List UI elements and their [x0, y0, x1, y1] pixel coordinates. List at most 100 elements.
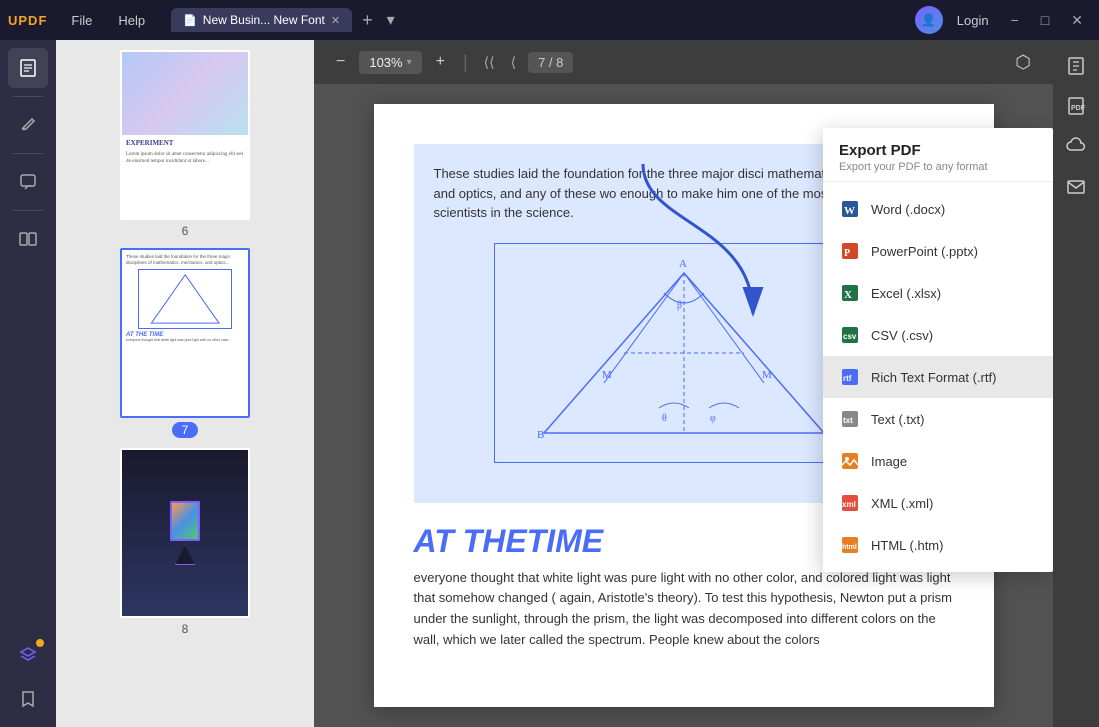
- rtf-icon: rtf: [839, 366, 861, 388]
- menu-file[interactable]: File: [61, 9, 102, 32]
- page-indicator: 7 / 8: [528, 52, 573, 73]
- left-sidebar: [0, 40, 56, 727]
- thumbnail-image-7[interactable]: These studies laid the foundation for th…: [120, 248, 250, 418]
- sidebar-badge: [36, 639, 44, 647]
- main-area: − 103% ▾ + | ⟨⟨ ⟨ 7 / 8 ⬡ These stu: [314, 40, 1053, 727]
- avatar[interactable]: 👤: [915, 6, 943, 34]
- pptx-icon: P: [839, 240, 861, 262]
- thumbnail-label-6: 6: [182, 224, 189, 238]
- export-label-csv: CSV (.csv): [871, 328, 933, 343]
- thumbnail-label-7: 7: [172, 422, 199, 438]
- export-item-excel[interactable]: X Excel (.xlsx): [823, 272, 1053, 314]
- thumbnail-item-7[interactable]: These studies laid the foundation for th…: [66, 248, 304, 438]
- sidebar-divider-3: [13, 210, 43, 211]
- zoom-in-btn[interactable]: +: [430, 49, 451, 75]
- right-icon-mail[interactable]: [1058, 168, 1094, 204]
- export-item-xml[interactable]: xml XML (.xml): [823, 482, 1053, 524]
- export-item-image[interactable]: Image: [823, 440, 1053, 482]
- svg-text:β: β: [677, 300, 682, 311]
- tabs-area: 📄 New Busin... New Font ✕ + ▾: [171, 8, 909, 32]
- export-item-txt[interactable]: txt Text (.txt): [823, 398, 1053, 440]
- app-body: EXPERIMENT Lorem ipsum dolor sit amet co…: [0, 40, 1099, 727]
- export-label-pptx: PowerPoint (.pptx): [871, 244, 978, 259]
- svg-text:X: X: [844, 289, 852, 301]
- tab-label: New Busin... New Font: [203, 13, 325, 27]
- sidebar-icon-layers[interactable]: [8, 635, 48, 675]
- page-up-btn[interactable]: ⟨: [507, 52, 520, 73]
- thumbnail-image-6[interactable]: EXPERIMENT Lorem ipsum dolor sit amet co…: [120, 50, 250, 220]
- svg-text:W: W: [844, 205, 855, 217]
- updf-logo[interactable]: UPDF: [8, 13, 47, 28]
- export-label-excel: Excel (.xlsx): [871, 286, 941, 301]
- close-btn[interactable]: ✕: [1063, 8, 1091, 33]
- section-body: everyone thought that white light was pu…: [414, 568, 954, 651]
- sidebar-divider-2: [13, 153, 43, 154]
- thumbnail-label-8: 8: [182, 622, 189, 636]
- title-bar: UPDF File Help 📄 New Busin... New Font ✕…: [0, 0, 1099, 40]
- tab-active[interactable]: 📄 New Busin... New Font ✕: [171, 8, 352, 32]
- minimize-btn[interactable]: −: [1003, 8, 1027, 32]
- zoom-level: 103%: [369, 55, 402, 70]
- export-panel: Export PDF Export your PDF to any format…: [823, 128, 1053, 572]
- pdf-diagram: A B C M M β θ φ: [494, 243, 874, 463]
- export-btn[interactable]: ⬡: [1009, 48, 1037, 77]
- sidebar-divider-1: [13, 96, 43, 97]
- tab-close-btn[interactable]: ✕: [331, 14, 340, 27]
- export-label-rtf: Rich Text Format (.rtf): [871, 370, 996, 385]
- sidebar-icon-comment[interactable]: [8, 162, 48, 202]
- toolbar: − 103% ▾ + | ⟨⟨ ⟨ 7 / 8 ⬡: [314, 40, 1053, 84]
- export-label-txt: Text (.txt): [871, 412, 924, 427]
- export-item-csv[interactable]: csv CSV (.csv): [823, 314, 1053, 356]
- svg-text:txt: txt: [843, 416, 853, 425]
- title-bar-right: 👤 Login − □ ✕: [915, 6, 1091, 34]
- zoom-display[interactable]: 103% ▾: [359, 51, 421, 74]
- svg-text:html: html: [842, 544, 857, 551]
- export-item-word[interactable]: W Word (.docx): [823, 188, 1053, 230]
- tab-add-btn[interactable]: +: [356, 10, 379, 31]
- export-item-html[interactable]: html HTML (.htm): [823, 524, 1053, 566]
- right-icon-cloud[interactable]: [1058, 128, 1094, 164]
- zoom-out-btn[interactable]: −: [330, 49, 351, 75]
- txt-icon: txt: [839, 408, 861, 430]
- excel-icon: X: [839, 282, 861, 304]
- pdf-area[interactable]: These studies laid the foundation for th…: [314, 84, 1053, 727]
- page-first-btn[interactable]: ⟨⟨: [480, 52, 499, 73]
- right-icon-pdf[interactable]: PDF: [1058, 88, 1094, 124]
- right-sidebar: PDF: [1053, 40, 1099, 727]
- total-pages: 8: [556, 55, 563, 70]
- svg-text:csv: csv: [843, 332, 857, 341]
- thumbnail-panel: EXPERIMENT Lorem ipsum dolor sit amet co…: [56, 40, 314, 727]
- image-icon: [839, 450, 861, 472]
- tab-dropdown-btn[interactable]: ▾: [387, 10, 395, 30]
- thumbnail-item-8[interactable]: 8: [66, 448, 304, 636]
- sidebar-icon-pages[interactable]: [8, 48, 48, 88]
- csv-icon: csv: [839, 324, 861, 346]
- current-page: 7: [538, 55, 545, 70]
- svg-text:P: P: [844, 248, 850, 259]
- svg-text:xml: xml: [842, 500, 856, 509]
- thumbnail-image-8[interactable]: [120, 448, 250, 618]
- svg-text:rtf: rtf: [843, 374, 852, 383]
- svg-text:B: B: [537, 429, 544, 441]
- right-icon-export[interactable]: [1058, 48, 1094, 84]
- sidebar-icon-organize[interactable]: [8, 219, 48, 259]
- sidebar-bottom: [8, 635, 48, 719]
- login-btn[interactable]: Login: [949, 9, 997, 32]
- menu-help[interactable]: Help: [108, 9, 155, 32]
- zoom-dropdown-icon: ▾: [407, 57, 412, 68]
- svg-text:θ: θ: [662, 413, 667, 424]
- export-list: W Word (.docx) P PowerPoint (.pptx): [823, 182, 1053, 572]
- html-icon: html: [839, 534, 861, 556]
- export-header: Export PDF Export your PDF to any format: [823, 128, 1053, 182]
- svg-text:M: M: [602, 369, 612, 381]
- export-item-rtf[interactable]: rtf Rich Text Format (.rtf): [823, 356, 1053, 398]
- toolbar-separator: |: [463, 52, 468, 73]
- sidebar-icon-edit[interactable]: [8, 105, 48, 145]
- thumbnail-item-6[interactable]: EXPERIMENT Lorem ipsum dolor sit amet co…: [66, 50, 304, 238]
- sidebar-icon-bookmark[interactable]: [8, 679, 48, 719]
- maximize-btn[interactable]: □: [1033, 8, 1057, 32]
- svg-text:M: M: [762, 369, 772, 381]
- export-item-pptx[interactable]: P PowerPoint (.pptx): [823, 230, 1053, 272]
- export-label-image: Image: [871, 454, 907, 469]
- export-label-xml: XML (.xml): [871, 496, 933, 511]
